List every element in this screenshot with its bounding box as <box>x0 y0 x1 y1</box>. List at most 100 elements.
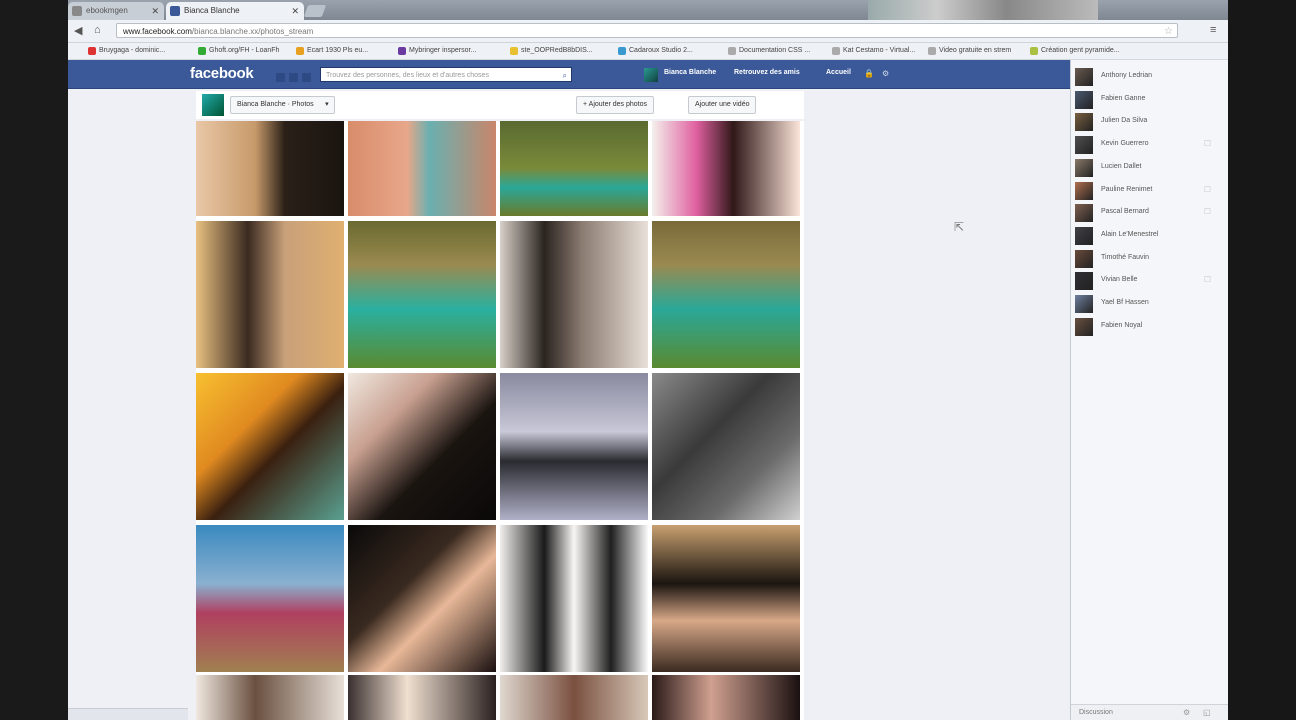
bookmark-item[interactable]: Video gratuite en strem <box>928 45 1011 57</box>
url-host: www.facebook.com <box>123 27 192 36</box>
chat-friend-item[interactable]: Julien Da Silva <box>1075 113 1225 132</box>
photo-thumbnail[interactable] <box>652 525 800 672</box>
tab-2[interactable]: Bianca Blanche ✕ <box>166 2 304 20</box>
breadcrumb[interactable]: Bianca Blanche · Photos ▾ <box>230 96 335 114</box>
address-bar[interactable]: www.facebook.com/bianca.blanche.xx/photo… <box>116 23 1178 38</box>
photo-thumbnail[interactable] <box>500 675 648 720</box>
chat-friend-item[interactable]: Kevin Guerrero ☐ <box>1075 136 1225 155</box>
bookmark-favicon-icon <box>198 47 206 55</box>
bookmark-favicon-icon <box>296 47 304 55</box>
bookmark-item[interactable]: ste_OOPRedB8bDIS... <box>510 45 593 57</box>
avatar <box>1075 68 1093 86</box>
messages-icon[interactable] <box>289 73 298 82</box>
avatar <box>1075 317 1093 336</box>
facebook-logo[interactable]: facebook <box>190 65 254 82</box>
photo-thumbnail[interactable] <box>500 121 648 216</box>
photo-thumbnail[interactable] <box>500 525 648 672</box>
photo-thumbnail[interactable] <box>196 373 344 520</box>
chat-friend-item[interactable]: Fabien Ganne <box>1075 90 1225 109</box>
photo-thumbnail[interactable] <box>348 373 496 520</box>
tab-favicon <box>72 6 82 16</box>
photo-thumbnail[interactable] <box>652 221 800 368</box>
chat-friend-name: Pauline Renimet <box>1101 185 1153 193</box>
close-icon[interactable]: ✕ <box>151 2 159 20</box>
status-bar <box>68 708 188 720</box>
chat-friend-item[interactable]: Anthony Ledrian <box>1075 68 1225 86</box>
home-icon[interactable]: ⌂ <box>94 24 101 36</box>
chat-footer[interactable]: Discussion ⚙ ◱ <box>1071 704 1228 720</box>
avatar[interactable] <box>644 68 658 82</box>
avatar <box>1075 181 1093 200</box>
facebook-header: facebook Trouvez des personnes, des lieu… <box>68 60 1070 89</box>
chat-friend-name: Fabien Ganne <box>1101 94 1146 102</box>
chat-friend-item[interactable]: Timothé Fauvin <box>1075 249 1225 268</box>
bookmark-item[interactable]: Ghoft.org/FH - LoanFh <box>198 45 279 57</box>
bookmark-label: Cadaroux Studio 2... <box>629 47 693 54</box>
add-photos-button[interactable]: + Ajouter des photos <box>576 96 655 114</box>
photo-thumbnail[interactable] <box>348 525 496 672</box>
bookmark-favicon-icon <box>1030 47 1038 55</box>
photo-thumbnail[interactable] <box>196 675 344 720</box>
bookmark-item[interactable]: Création gent pyramide... <box>1030 45 1120 57</box>
profile-link[interactable]: Bianca Blanche <box>664 69 716 76</box>
friend-requests-icon[interactable] <box>276 73 285 82</box>
bookmark-item[interactable]: Documentation CSS ... <box>728 45 810 57</box>
photo-thumbnail[interactable] <box>652 121 800 216</box>
home-link[interactable]: Accueil <box>826 69 851 76</box>
expand-icon[interactable]: ◱ <box>1203 705 1211 720</box>
search-input[interactable]: Trouvez des personnes, des lieux et d'au… <box>320 67 572 82</box>
avatar <box>1075 249 1093 268</box>
chat-friend-item[interactable]: Alain Le'Menestrel <box>1075 226 1225 245</box>
bookmark-item[interactable]: Kat Cestamo - Virtual... <box>832 45 915 57</box>
bookmark-label: Ecart 1930 Pls eu... <box>307 47 369 54</box>
tab-1[interactable]: ebookmgen ✕ <box>68 2 164 20</box>
settings-icon[interactable]: ⚙ <box>882 69 889 78</box>
photo-thumbnail[interactable] <box>196 525 344 672</box>
bookmark-item[interactable]: Cadaroux Studio 2... <box>618 45 693 57</box>
photo-thumbnail[interactable] <box>348 121 496 216</box>
notifications-icon[interactable] <box>302 73 311 82</box>
facebook-favicon-icon <box>170 6 180 16</box>
bookmark-favicon-icon <box>618 47 626 55</box>
url-path: /bianca.blanche.xx/photos_stream <box>191 27 314 36</box>
chat-friend-item[interactable]: Pascal Bernard ☐ <box>1075 204 1225 223</box>
mobile-icon: ☐ <box>1203 139 1211 149</box>
photo-thumbnail[interactable] <box>652 373 800 520</box>
bookmark-star-icon[interactable]: ☆ <box>1164 24 1173 39</box>
photo-thumbnail[interactable] <box>500 373 648 520</box>
back-icon[interactable]: ◀ <box>74 24 82 37</box>
gear-icon[interactable]: ⚙ <box>1183 705 1190 720</box>
profile-thumbnail[interactable] <box>202 94 224 116</box>
avatar <box>1075 272 1093 291</box>
chat-friend-name: Vivian Belle <box>1101 276 1138 284</box>
chat-friend-item[interactable]: Lucien Dallet <box>1075 158 1225 177</box>
bookmark-item[interactable]: Ecart 1930 Pls eu... <box>296 45 368 57</box>
new-tab-button[interactable] <box>303 5 327 17</box>
avatar <box>1075 136 1093 155</box>
chat-friend-item[interactable]: Vivian Belle ☐ <box>1075 272 1225 291</box>
photo-thumbnail[interactable] <box>500 221 648 368</box>
add-video-button[interactable]: Ajouter une vidéo <box>688 96 757 114</box>
chat-friend-name: Fabien Noyal <box>1101 321 1143 329</box>
wrench-icon[interactable]: ≡ <box>1210 24 1216 36</box>
photo-thumbnail[interactable] <box>196 221 344 368</box>
find-friends-link[interactable]: Retrouvez des amis <box>734 69 800 76</box>
chat-friend-item[interactable]: Fabien Noyal <box>1075 317 1225 336</box>
chat-friend-item[interactable]: Yael Bf Hassen <box>1075 295 1225 313</box>
chevron-down-icon: ▾ <box>325 101 329 108</box>
bookmark-item[interactable]: Mybringer inspersor... <box>398 45 476 57</box>
photo-thumbnail[interactable] <box>196 121 344 216</box>
photo-thumbnail[interactable] <box>652 675 800 720</box>
photo-thumbnail[interactable] <box>348 675 496 720</box>
close-icon[interactable]: ✕ <box>291 2 299 20</box>
photo-thumbnail[interactable] <box>348 221 496 368</box>
photos-header: Bianca Blanche · Photos ▾ + Ajouter des … <box>196 91 804 119</box>
bookmark-favicon-icon <box>728 47 736 55</box>
bookmark-item[interactable]: Bruygaga - dominic... <box>88 45 165 57</box>
bookmark-label: Bruygaga - dominic... <box>99 47 166 54</box>
chat-friend-item[interactable]: Pauline Renimet ☐ <box>1075 181 1225 200</box>
bookmark-favicon-icon <box>398 47 406 55</box>
privacy-icon[interactable]: 🔒 <box>864 69 874 78</box>
bookmark-label: Mybringer inspersor... <box>409 47 477 54</box>
search-icon[interactable]: ⌕ <box>563 68 567 83</box>
